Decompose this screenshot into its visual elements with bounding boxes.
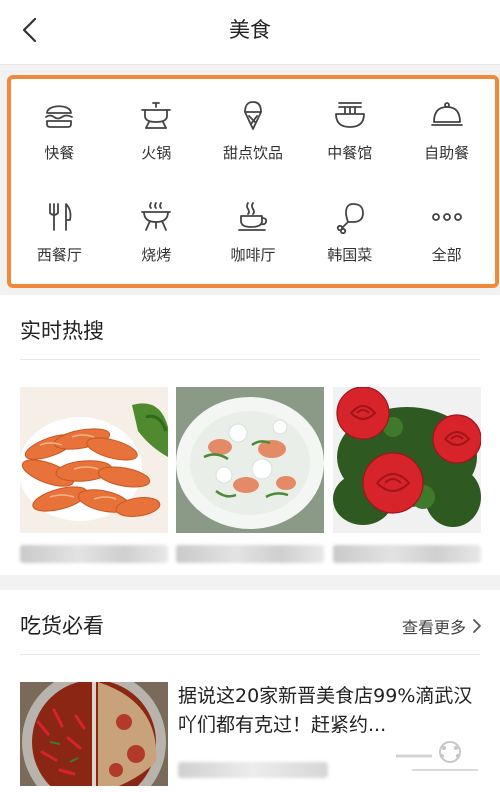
must-see-section: 吃货必看 查看更多 据说这20家新晋美食店99%滴武汉吖们都有克过！赶紧约... bbox=[0, 590, 500, 792]
chevron-right-icon bbox=[473, 619, 481, 633]
article-title: 据说这20家新晋美食店99%滴武汉吖们都有克过！赶紧约... bbox=[178, 685, 473, 736]
tomato-rose-photo bbox=[333, 387, 481, 533]
category-all[interactable]: 全部 bbox=[398, 182, 495, 285]
hot-item[interactable] bbox=[176, 387, 324, 563]
coffee-cup-icon bbox=[238, 202, 268, 232]
view-more-link[interactable]: 查看更多 bbox=[402, 614, 482, 638]
noodle-bowl-icon bbox=[334, 101, 365, 128]
hot-item[interactable] bbox=[333, 387, 481, 563]
shrimp-photo bbox=[20, 387, 168, 533]
category-chinese[interactable]: 中餐馆 bbox=[301, 79, 398, 182]
view-more-label: 查看更多 bbox=[401, 618, 466, 637]
category-bbq[interactable]: 烧烤 bbox=[108, 182, 205, 285]
watermark-logo bbox=[396, 741, 478, 771]
category-label: 韩国菜 bbox=[327, 246, 373, 265]
category-label: 快餐 bbox=[44, 143, 75, 162]
ice-cream-icon bbox=[244, 100, 262, 130]
more-dots-icon bbox=[431, 213, 462, 222]
category-western[interactable]: 西餐厅 bbox=[11, 182, 108, 285]
grill-icon bbox=[141, 202, 172, 232]
divider bbox=[20, 359, 480, 360]
fork-knife-icon bbox=[49, 203, 72, 232]
category-fast-food[interactable]: 快餐 bbox=[11, 79, 108, 182]
hot-item[interactable] bbox=[20, 387, 168, 563]
hotpot-photo bbox=[20, 682, 168, 786]
blurred-caption bbox=[176, 545, 324, 563]
category-label: 甜点饮品 bbox=[222, 143, 283, 162]
drumstick-icon bbox=[336, 203, 364, 235]
category-label: 中餐馆 bbox=[327, 143, 373, 162]
category-label: 西餐厅 bbox=[36, 246, 82, 265]
section-title: 实时热搜 bbox=[20, 319, 104, 343]
category-label: 自助餐 bbox=[424, 143, 470, 162]
section-title: 吃货必看 bbox=[20, 614, 104, 638]
category-label: 咖啡厅 bbox=[230, 246, 276, 265]
category-buffet[interactable]: 自助餐 bbox=[398, 79, 495, 182]
category-panel: 快餐 火锅 甜点饮品 中餐馆 自助餐 西餐厅 烧烤 咖啡厅 韩国菜 全部 bbox=[7, 75, 499, 288]
blurred-caption bbox=[333, 545, 481, 563]
hotpot-icon bbox=[141, 101, 172, 129]
page-title: 美食 bbox=[229, 18, 271, 42]
category-cafe[interactable]: 咖啡厅 bbox=[205, 182, 302, 285]
category-dessert-drinks[interactable]: 甜点饮品 bbox=[205, 79, 302, 182]
burger-icon bbox=[45, 105, 74, 128]
blurred-caption bbox=[20, 545, 168, 563]
soup-photo bbox=[176, 387, 324, 533]
category-korean[interactable]: 韩国菜 bbox=[301, 182, 398, 285]
hot-search-section: 实时热搜 bbox=[0, 295, 500, 575]
cloche-icon bbox=[430, 101, 463, 126]
top-bar: 美食 bbox=[0, 0, 500, 65]
category-label: 全部 bbox=[431, 246, 462, 265]
blurred-meta bbox=[178, 762, 328, 778]
category-label: 烧烤 bbox=[141, 246, 172, 265]
category-hotpot[interactable]: 火锅 bbox=[108, 79, 205, 182]
category-label: 火锅 bbox=[141, 143, 172, 162]
divider bbox=[20, 654, 480, 655]
